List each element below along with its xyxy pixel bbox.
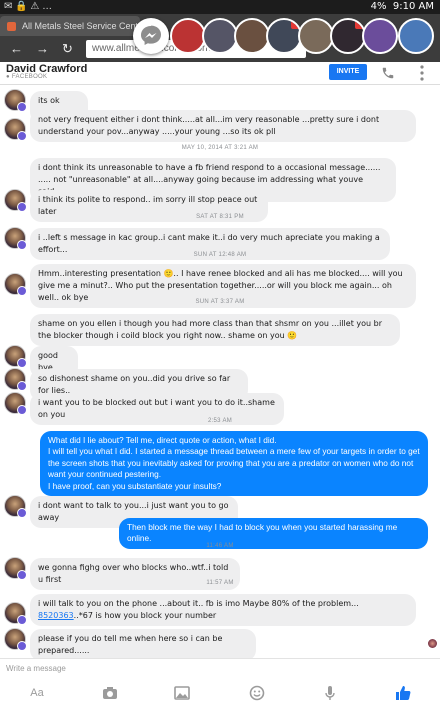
avatar[interactable]: [4, 227, 27, 250]
chat-head-avatar[interactable]: [170, 18, 206, 54]
message-bubble[interactable]: shame on you ellen i though you had more…: [30, 314, 400, 346]
microphone-icon[interactable]: [320, 683, 340, 703]
message-bubble[interactable]: not very frequent either i dont think...…: [30, 110, 416, 142]
avatar[interactable]: [4, 602, 27, 625]
text-format-icon[interactable]: Aa: [27, 683, 47, 703]
timestamp: SAT AT 8:31 PM: [196, 214, 244, 220]
message-bubble-sent[interactable]: What did I lie about? Tell me, direct qu…: [40, 431, 428, 497]
timestamp: 11:57 AM: [206, 580, 234, 586]
contact-source: ● FACEBOOK: [6, 74, 48, 80]
composer-toolbar: Aa: [0, 683, 440, 703]
forward-icon[interactable]: →: [36, 41, 49, 56]
composer: Write a message Aa: [0, 658, 440, 705]
chat-header: David Crawford ● FACEBOOK INVITE: [0, 62, 440, 85]
message-list[interactable]: its ok peace not very frequent either i …: [0, 84, 440, 661]
photo-icon[interactable]: [172, 683, 192, 703]
message-input[interactable]: Write a message: [6, 664, 66, 673]
avatar[interactable]: [4, 368, 27, 391]
avatar[interactable]: [4, 189, 27, 212]
invite-button[interactable]: INVITE: [329, 64, 367, 80]
chat-heads: [130, 18, 440, 58]
avatar[interactable]: [4, 628, 27, 651]
reload-icon[interactable]: ↻: [62, 41, 73, 57]
chat-head-avatar[interactable]: [362, 18, 398, 54]
avatar[interactable]: [4, 495, 27, 518]
phone-icon[interactable]: [381, 66, 395, 80]
avatar[interactable]: [4, 118, 27, 141]
status-notifications: ✉ 🔒 ⚠ …: [4, 1, 53, 12]
status-bar: ✉ 🔒 ⚠ … 4% 9:10 AM: [0, 0, 440, 14]
timestamp: 2:53 AM: [207, 418, 233, 424]
phone-number-link[interactable]: 8520363: [38, 611, 74, 620]
avatar[interactable]: [4, 557, 27, 580]
message-bubble[interactable]: please if you do tell me when here so i …: [30, 629, 256, 661]
timestamp: SUN AT 12:48 AM: [193, 252, 247, 258]
status-right: 4% 9:10 AM: [371, 1, 434, 12]
chat-head-avatar[interactable]: [298, 18, 334, 54]
avatar[interactable]: [4, 392, 27, 415]
chat-head-avatar[interactable]: [234, 18, 270, 54]
chat-head-avatar[interactable]: [202, 18, 238, 54]
browser-tab[interactable]: All Metals Steel Service Centers: [0, 16, 140, 36]
clock: 9:10 AM: [392, 1, 434, 12]
timestamp: SUN AT 3:37 AM: [195, 299, 245, 305]
like-icon[interactable]: [393, 683, 413, 703]
chat-head-avatar[interactable]: [398, 18, 434, 54]
more-icon[interactable]: [420, 65, 424, 81]
back-icon[interactable]: ←: [10, 41, 23, 56]
timestamp: MAY 10, 2014 AT 3:21 AM: [181, 145, 259, 151]
chat-head-avatar[interactable]: [330, 18, 366, 54]
emoji-icon[interactable]: [247, 683, 267, 703]
battery-level: 4%: [370, 1, 387, 12]
timestamp: 11:46 AM: [206, 543, 234, 549]
chat-head-avatar[interactable]: [266, 18, 302, 54]
avatar[interactable]: [4, 273, 27, 296]
message-bubble[interactable]: i will talk to you on the phone ...about…: [30, 594, 416, 626]
camera-icon[interactable]: [100, 683, 120, 703]
avatar[interactable]: [4, 89, 27, 112]
seen-indicator: [428, 639, 437, 648]
avatar[interactable]: [4, 345, 27, 368]
